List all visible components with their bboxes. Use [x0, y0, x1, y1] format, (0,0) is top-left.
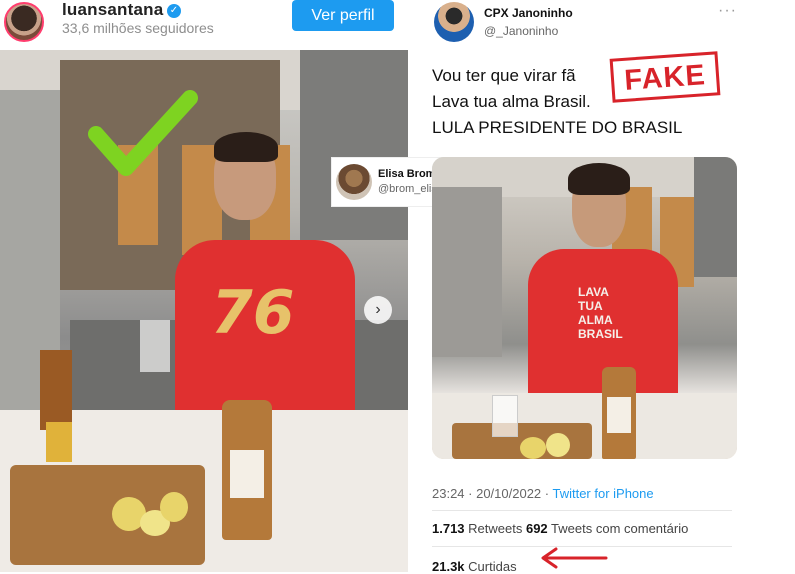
retweets-label[interactable]: Retweets — [465, 521, 526, 536]
verified-badge-icon: ✓ — [167, 4, 181, 18]
tweet-source-link[interactable]: Twitter for iPhone — [552, 486, 653, 501]
next-photo-button[interactable]: › — [364, 296, 392, 324]
glass — [140, 320, 170, 372]
followers-count: 33,6 milhões seguidores — [62, 20, 214, 36]
whiskey-bottle — [222, 400, 272, 540]
avatar — [336, 164, 372, 200]
glass — [492, 395, 518, 437]
fake-stamp: FAKE — [609, 51, 721, 103]
quotes-label[interactable]: Tweets com comentário — [548, 521, 688, 536]
tweet-author-avatar[interactable] — [434, 2, 474, 42]
tweet-text-line: Lava tua alma Brasil. — [432, 92, 591, 111]
whiskey-bottle — [602, 367, 636, 459]
tweet-text-line: Vou ter que virar fã — [432, 66, 576, 85]
tweet-timestamp: 23:24 · 20/10/2022 · Twitter for iPhone — [432, 486, 654, 501]
shirt-text: BRASIL — [578, 327, 623, 341]
fridge — [432, 187, 502, 357]
instagram-avatar[interactable] — [4, 2, 44, 42]
check-mark-icon — [88, 90, 198, 176]
range-hood — [300, 50, 408, 240]
tweet-photo[interactable]: LAVA TUA ALMA BRASIL — [432, 157, 737, 459]
lemon — [546, 433, 570, 457]
lemon — [160, 492, 188, 522]
retweets-count[interactable]: 1.713 — [432, 521, 465, 536]
more-options-icon[interactable]: ··· — [718, 2, 737, 20]
elisa-name: Elisa Brom — [378, 168, 436, 180]
instagram-username[interactable]: luansantana — [62, 0, 163, 20]
bottle-label — [230, 450, 264, 498]
range-hood — [694, 157, 737, 277]
tweet-stats: 1.713 Retweets 692 Tweets com comentário — [432, 521, 688, 536]
view-profile-button[interactable]: Ver perfil — [292, 0, 394, 31]
tweet-text-line: LULA PRESIDENTE DO BRASIL — [432, 118, 683, 137]
quotes-count[interactable]: 692 — [526, 521, 548, 536]
tweet-author-name[interactable]: CPX Janoninho — [484, 6, 573, 20]
bottle — [40, 350, 72, 430]
tweet-date: 23:24 · 20/10/2022 · — [432, 486, 553, 501]
person-hair — [568, 163, 630, 195]
arrow-left-icon — [541, 547, 608, 569]
lemon — [520, 437, 546, 459]
tweet-author-handle[interactable]: @_Janoninho — [484, 24, 558, 38]
juice-glass — [46, 422, 72, 462]
shirt-text: TUA — [578, 299, 603, 313]
shirt-text: ALMA — [578, 313, 613, 327]
shirt-number: 76 — [211, 278, 295, 348]
shirt-text: LAVA — [578, 285, 609, 299]
bottle-label — [607, 397, 631, 433]
divider — [432, 510, 732, 511]
instagram-photo: 76 › — [0, 50, 408, 572]
person-hair — [214, 132, 278, 162]
